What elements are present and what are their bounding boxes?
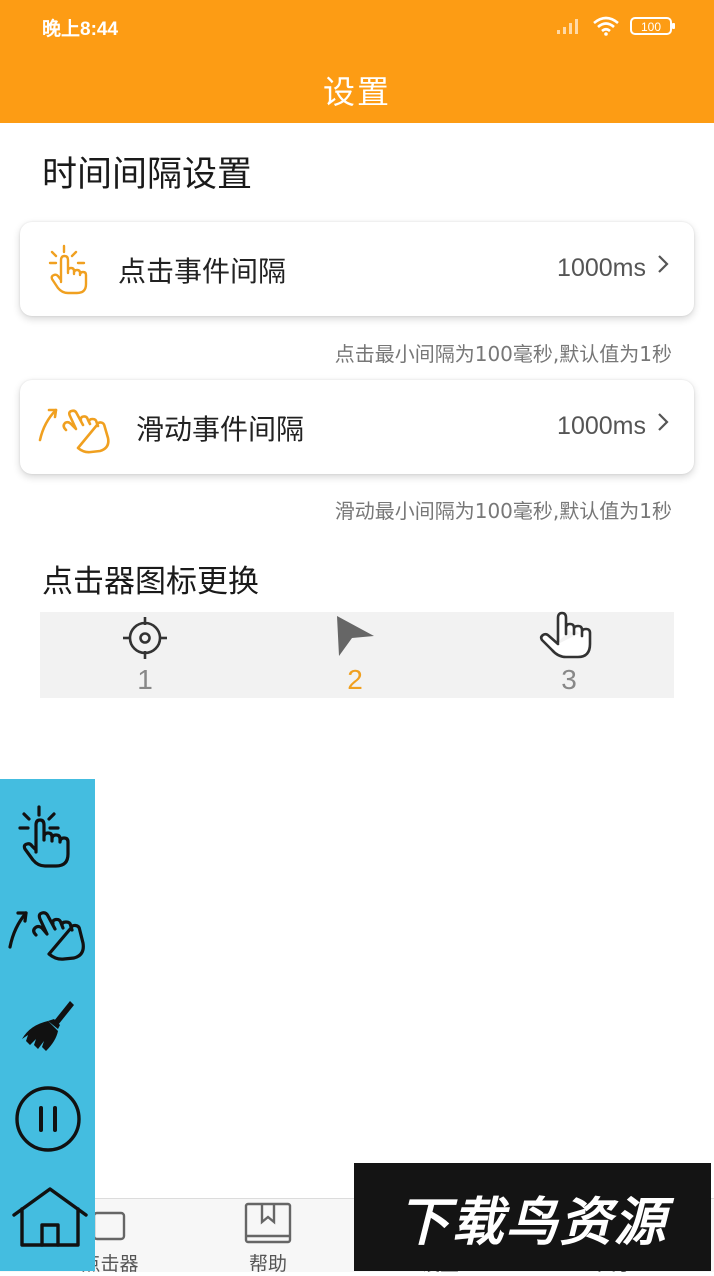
app-bar: 设置 [0, 56, 714, 123]
home-icon [12, 1187, 88, 1247]
swipe-interval-value: 1000ms [557, 412, 646, 440]
click-interval-hint: 点击最小间隔为100毫秒,默认值为1秒 [334, 342, 672, 366]
chevron-right-icon [658, 255, 669, 273]
swipe-interval-hint: 滑动最小间隔为100毫秒,默认值为1秒 [334, 499, 672, 523]
crosshair-icon [123, 617, 167, 659]
swipe-hand-icon [8, 911, 85, 961]
click-interval-label: 点击事件间隔 [118, 255, 287, 288]
signal-icon [557, 19, 578, 34]
cursor-arrow-icon [337, 616, 374, 656]
swipe-interval-row[interactable]: 滑动事件间隔 1000ms [20, 380, 694, 474]
icon-option-number: 3 [561, 664, 577, 695]
hand-pointer-icon [539, 611, 592, 659]
page-title: 设置 [322, 72, 391, 111]
section-title-time-interval: 时间间隔设置 [42, 155, 253, 195]
nav-item-help[interactable]: 帮助 [188, 1199, 348, 1275]
tap-hand-icon [48, 244, 88, 295]
battery-icon: 100 [630, 17, 675, 35]
nav-label: 帮助 [248, 1253, 287, 1275]
broom-icon [22, 1001, 74, 1051]
tap-hand-icon [18, 805, 70, 868]
clicker-icon-selector: 1 2 3 [40, 611, 674, 698]
click-interval-value: 1000ms [557, 254, 646, 282]
clear-button[interactable] [10, 991, 86, 1067]
pause-icon [15, 1086, 81, 1152]
home-button[interactable] [8, 1179, 92, 1255]
icon-option-3[interactable]: 3 [514, 611, 624, 698]
click-interval-row[interactable]: 点击事件间隔 1000ms [20, 222, 694, 316]
wifi-icon [593, 16, 619, 36]
pause-button[interactable] [10, 1081, 86, 1157]
status-time: 晚上8:44 [42, 19, 119, 40]
chevron-right-icon [658, 413, 669, 431]
battery-level: 100 [641, 20, 661, 34]
tap-button[interactable] [10, 799, 86, 875]
status-bar: 晚上8:44 100 [0, 0, 714, 56]
icon-option-1[interactable]: 1 [90, 612, 200, 698]
swipe-interval-label: 滑动事件间隔 [136, 413, 305, 446]
icon-option-number: 1 [137, 664, 153, 695]
section-title-clicker-icon: 点击器图标更换 [42, 564, 259, 600]
watermark-text: 下载鸟资源 [397, 1192, 668, 1253]
book-icon [244, 1202, 292, 1244]
swipe-button[interactable] [6, 893, 90, 969]
swipe-hand-icon [38, 408, 110, 454]
status-icons: 100 [556, 16, 676, 36]
icon-option-number-selected: 2 [347, 664, 363, 695]
icon-option-2[interactable]: 2 [300, 612, 410, 698]
floating-control-panel [0, 779, 95, 1271]
watermark-logo: 下载鸟资源 [354, 1163, 711, 1271]
